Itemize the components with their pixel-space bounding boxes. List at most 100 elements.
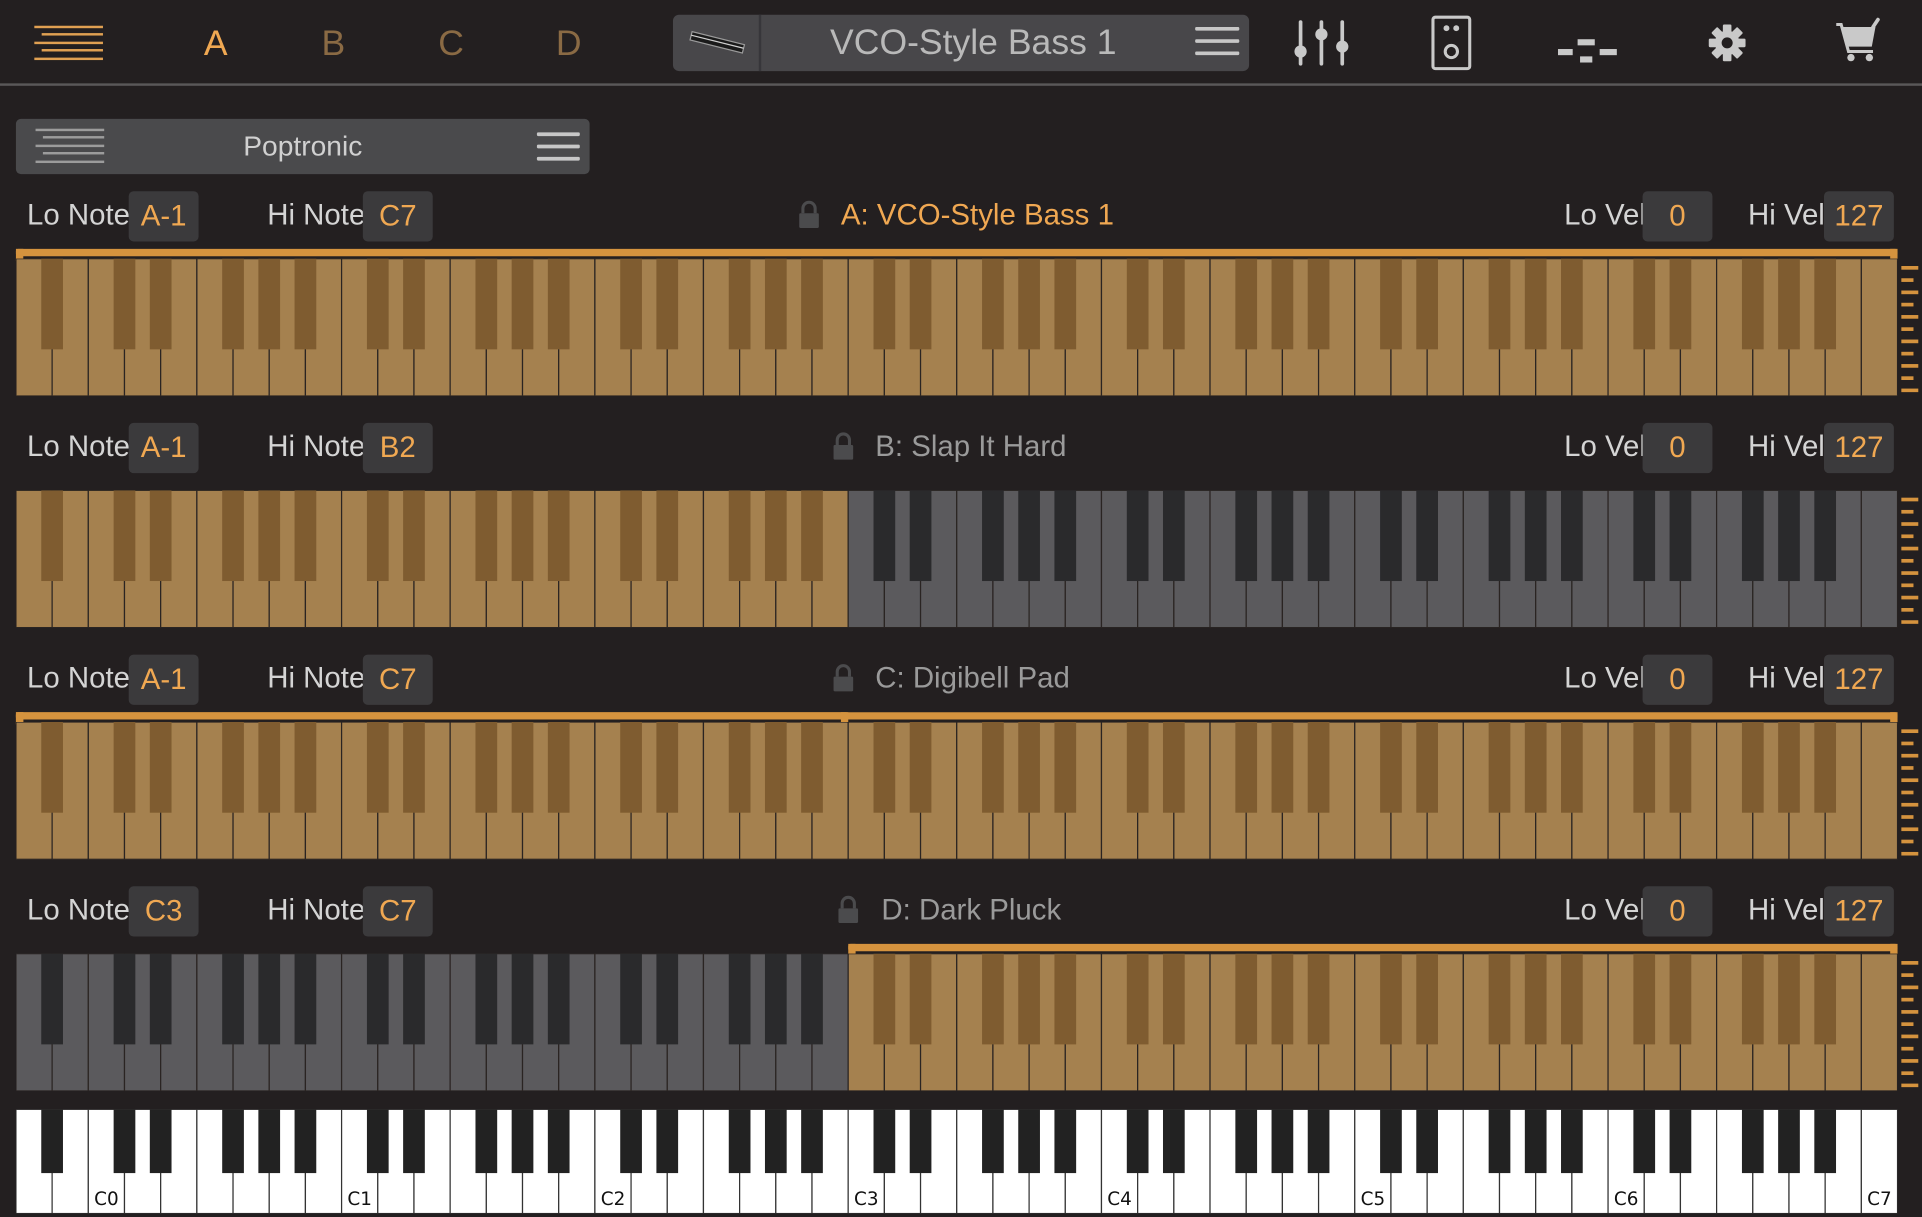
zone-name[interactable]: C: Digibell Pad <box>875 663 1070 695</box>
black-key[interactable] <box>1778 258 1800 350</box>
preset-menu-icon[interactable] <box>1195 26 1240 59</box>
black-key[interactable] <box>1162 258 1185 350</box>
black-key[interactable] <box>1669 258 1692 350</box>
black-key[interactable] <box>1126 1109 1149 1174</box>
black-key[interactable] <box>982 721 1004 813</box>
black-key[interactable] <box>1814 953 1837 1045</box>
hi-vel-value[interactable]: 127 <box>1823 886 1894 937</box>
black-key[interactable] <box>113 490 136 582</box>
black-key[interactable] <box>1380 953 1402 1045</box>
speaker-icon[interactable] <box>1417 15 1486 71</box>
black-key[interactable] <box>909 490 932 582</box>
black-key[interactable] <box>620 258 642 350</box>
hi-vel-value[interactable]: 127 <box>1823 191 1894 242</box>
black-key[interactable] <box>222 721 244 813</box>
black-key[interactable] <box>620 953 642 1045</box>
black-key[interactable] <box>620 1109 642 1174</box>
black-key[interactable] <box>41 721 63 813</box>
black-key[interactable] <box>1126 953 1149 1045</box>
black-key[interactable] <box>1741 490 1764 582</box>
black-key[interactable] <box>1633 953 1656 1045</box>
black-key[interactable] <box>113 721 136 813</box>
black-key[interactable] <box>258 258 281 350</box>
black-key[interactable] <box>909 258 932 350</box>
black-key[interactable] <box>1524 721 1547 813</box>
black-key[interactable] <box>1162 953 1185 1045</box>
black-key[interactable] <box>1561 1109 1583 1174</box>
black-key[interactable] <box>1235 490 1258 582</box>
black-key[interactable] <box>1380 258 1402 350</box>
black-key[interactable] <box>1307 1109 1330 1174</box>
black-key[interactable] <box>1126 490 1149 582</box>
black-key[interactable] <box>1669 721 1692 813</box>
black-key[interactable] <box>511 953 534 1045</box>
black-key[interactable] <box>222 258 244 350</box>
black-key[interactable] <box>1054 953 1077 1045</box>
black-key[interactable] <box>656 953 679 1045</box>
black-key[interactable] <box>873 721 896 813</box>
zone-range-handle[interactable] <box>15 712 1898 725</box>
black-key[interactable] <box>1741 1109 1764 1174</box>
hi-note-value[interactable]: C7 <box>362 886 433 937</box>
black-key[interactable] <box>909 721 932 813</box>
black-key[interactable] <box>1814 1109 1837 1174</box>
lock-icon[interactable] <box>832 663 854 692</box>
black-key[interactable] <box>149 258 172 350</box>
black-key[interactable] <box>1741 953 1764 1045</box>
black-key[interactable] <box>511 490 534 582</box>
zone-keyboard[interactable] <box>15 953 1898 1091</box>
black-key[interactable] <box>1235 258 1258 350</box>
zone-range-handle[interactable] <box>15 248 1898 262</box>
zone-name[interactable]: D: Dark Pluck <box>881 894 1061 927</box>
cart-icon[interactable] <box>1826 15 1895 71</box>
black-key[interactable] <box>801 1109 823 1174</box>
black-key[interactable] <box>1633 490 1656 582</box>
black-key[interactable] <box>258 1109 281 1174</box>
black-key[interactable] <box>728 490 751 582</box>
black-key[interactable] <box>403 1109 425 1174</box>
black-key[interactable] <box>258 490 281 582</box>
tab-slot-d[interactable]: D <box>532 17 606 71</box>
black-key[interactable] <box>764 953 787 1045</box>
black-key[interactable] <box>728 953 751 1045</box>
hi-vel-value[interactable]: 127 <box>1823 422 1894 474</box>
black-key[interactable] <box>1561 490 1583 582</box>
black-key[interactable] <box>1307 721 1330 813</box>
black-key[interactable] <box>1271 953 1294 1045</box>
black-key[interactable] <box>1416 258 1438 350</box>
black-key[interactable] <box>1271 1109 1294 1174</box>
black-key[interactable] <box>656 721 679 813</box>
black-key[interactable] <box>113 953 136 1045</box>
black-key[interactable] <box>764 1109 787 1174</box>
black-key[interactable] <box>1054 490 1077 582</box>
lock-icon[interactable] <box>798 200 820 229</box>
white-key[interactable] <box>1860 953 1898 1091</box>
tab-slot-c[interactable]: C <box>414 17 488 71</box>
black-key[interactable] <box>403 953 425 1045</box>
black-key[interactable] <box>547 490 570 582</box>
white-key[interactable] <box>1860 490 1898 628</box>
black-key[interactable] <box>475 1109 498 1174</box>
hi-note-value[interactable]: C7 <box>362 654 433 705</box>
black-key[interactable] <box>149 721 172 813</box>
black-key[interactable] <box>1633 721 1656 813</box>
mixer-icon[interactable] <box>1287 15 1356 71</box>
velocity-meter[interactable] <box>1901 727 1919 856</box>
black-key[interactable] <box>1126 258 1149 350</box>
keyboard-view-icon[interactable] <box>673 14 762 72</box>
black-key[interactable] <box>41 1109 63 1174</box>
black-key[interactable] <box>1054 1109 1077 1174</box>
black-key[interactable] <box>1162 490 1185 582</box>
black-key[interactable] <box>149 490 172 582</box>
black-key[interactable] <box>511 721 534 813</box>
black-key[interactable] <box>620 490 642 582</box>
black-key[interactable] <box>1561 721 1583 813</box>
black-key[interactable] <box>1018 258 1040 350</box>
white-key[interactable] <box>1860 721 1898 860</box>
black-key[interactable] <box>982 258 1004 350</box>
black-key[interactable] <box>764 490 787 582</box>
black-key[interactable] <box>41 490 63 582</box>
black-key[interactable] <box>1018 490 1040 582</box>
black-key[interactable] <box>366 258 389 350</box>
black-key[interactable] <box>366 490 389 582</box>
